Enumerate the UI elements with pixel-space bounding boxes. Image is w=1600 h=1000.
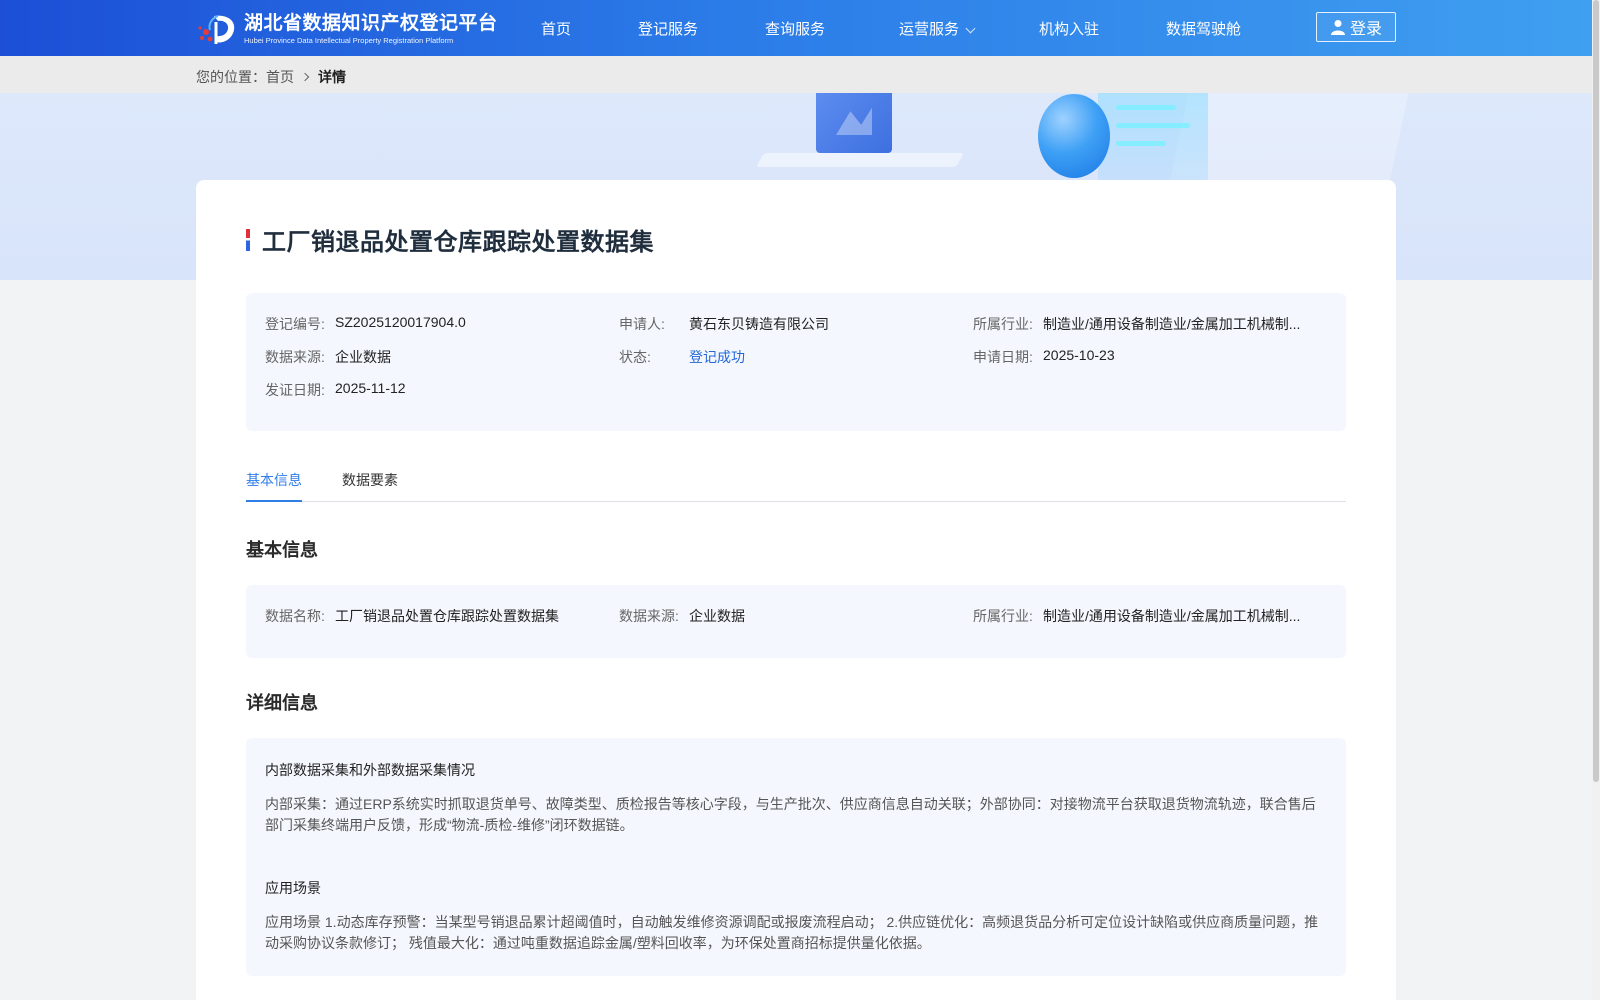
document-illustration-icon (1098, 93, 1208, 183)
image-illustration-icon (816, 93, 892, 153)
breadcrumb-current: 详情 (318, 69, 346, 85)
field-apply-date: 申请日期: 2025-10-23 (973, 347, 1115, 365)
breadcrumb-home-link[interactable]: 首页 (266, 67, 294, 87)
user-icon (1330, 20, 1345, 35)
logo-emblem-icon (196, 12, 242, 46)
nav-home[interactable]: 首页 (541, 18, 571, 39)
breadcrumb: 您的位置： 首页 详情 (196, 67, 346, 87)
tab-basic-info[interactable]: 基本信息 (246, 470, 302, 502)
scenario-text: 应用场景 1.动态库存预警：当某型号销退品累计超阈值时，自动触发维修资源调配或报… (265, 914, 1319, 951)
summary-panel: 登记编号: SZ2025120017904.0 申请人: 黄石东贝铸造有限公司 … (246, 293, 1346, 431)
field-data-name: 数据名称: 工厂销退品处置仓库跟踪处置数据集 (265, 608, 559, 624)
field-issue-date: 发证日期: 2025-11-12 (265, 380, 406, 398)
top-header: 湖北省数据知识产权登记平台 Hubei Province Data Intell… (0, 0, 1592, 56)
site-logo[interactable]: 湖北省数据知识产权登记平台 Hubei Province Data Intell… (196, 12, 498, 46)
login-button[interactable]: 登录 (1316, 12, 1396, 42)
collection-heading: 内部数据采集和外部数据采集情况 (265, 762, 475, 778)
field-basic-industry: 所属行业: 制造业/通用设备制造业/金属加工机械制... (973, 608, 1301, 624)
detail-info-panel: 内部数据采集和外部数据采集情况 内部采集：通过ERP系统实时抓取退货单号、故障类… (246, 738, 1346, 976)
breadcrumb-bar: 您的位置： 首页 详情 (0, 56, 1592, 93)
field-industry: 所属行业: 制造业/通用设备制造业/金属加工机械制... (973, 316, 1301, 332)
breadcrumb-prefix: 您的位置： (196, 69, 266, 85)
status-badge: 登记成功 (689, 349, 745, 365)
tab-bar: 基本信息 数据要素 (246, 470, 1346, 502)
nav-cockpit[interactable]: 数据驾驶舱 (1166, 18, 1241, 39)
nav-query[interactable]: 查询服务 (765, 18, 825, 39)
scenario-heading: 应用场景 (265, 880, 321, 896)
detail-card: 工厂销退品处置仓库跟踪处置数据集 登记编号: SZ2025120017904.0… (196, 180, 1396, 1000)
logo-subtitle: Hubei Province Data Intellectual Propert… (244, 35, 454, 45)
nav-institution[interactable]: 机构入驻 (1039, 18, 1099, 39)
field-reg-no: 登记编号: SZ2025120017904.0 (265, 314, 466, 332)
basic-info-panel: 数据名称: 工厂销退品处置仓库跟踪处置数据集 数据来源: 企业数据 所属行业: … (246, 585, 1346, 658)
nav-registration[interactable]: 登记服务 (638, 18, 698, 39)
sphere-illustration-icon (1038, 94, 1110, 178)
tab-data-elements[interactable]: 数据要素 (342, 470, 398, 502)
section-title-basic: 基本信息 (246, 540, 318, 560)
nav-operations[interactable]: 运营服务 (899, 18, 976, 39)
collection-text: 内部采集：通过ERP系统实时抓取退货单号、故障类型、质检报告等核心字段，与生产批… (265, 796, 1316, 833)
section-title-detail: 详细信息 (246, 693, 318, 713)
title-accent-icon (246, 228, 250, 251)
field-status: 状态: 登记成功 (619, 349, 745, 365)
chevron-right-icon (300, 72, 310, 82)
logo-title: 湖北省数据知识产权登记平台 (244, 11, 498, 34)
chevron-down-icon (965, 23, 976, 34)
field-source: 数据来源: 企业数据 (265, 349, 391, 365)
page-scrollbar[interactable] (1592, 0, 1600, 1000)
field-basic-source: 数据来源: 企业数据 (619, 608, 745, 624)
scrollbar-thumb[interactable] (1593, 0, 1599, 782)
field-applicant: 申请人: 黄石东贝铸造有限公司 (619, 316, 829, 332)
page-title: 工厂销退品处置仓库跟踪处置数据集 (262, 228, 654, 256)
